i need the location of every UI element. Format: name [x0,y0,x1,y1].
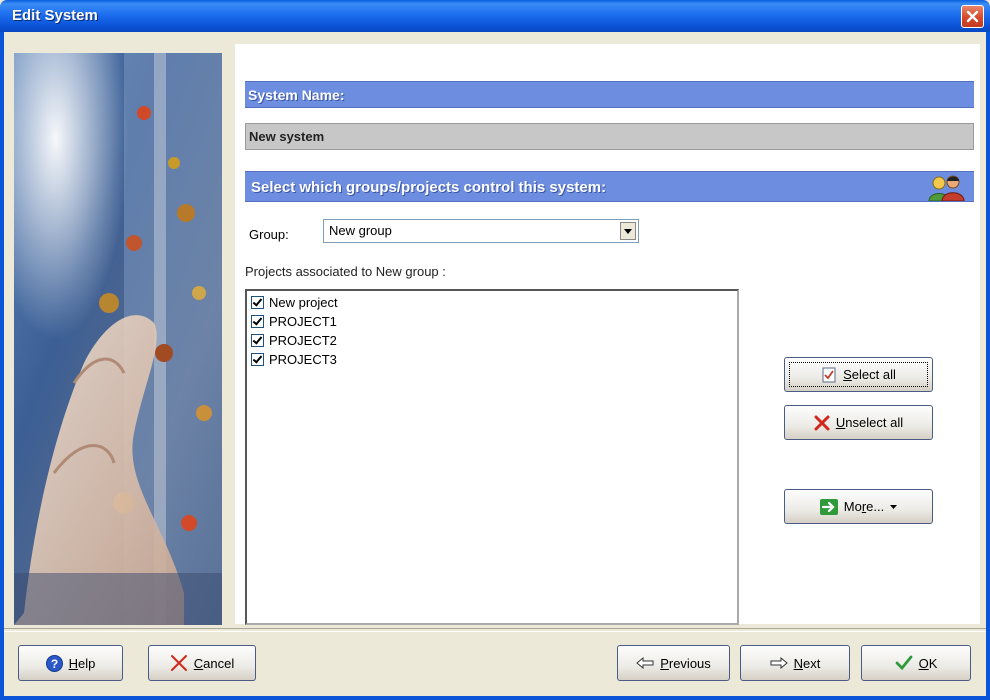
list-item[interactable]: New project [251,293,733,312]
groups-header-label: Select which groups/projects control thi… [251,179,607,196]
projects-label: Projects associated to New group : [245,264,446,279]
select-all-button[interactable]: Select all [784,357,933,392]
window-frame-bottom [0,696,990,700]
cancel-button[interactable]: Cancel [148,645,256,681]
title-bar: Edit System [0,0,990,32]
previous-label: Previous [660,655,711,671]
system-name-field: New system [245,123,974,150]
list-item[interactable]: PROJECT3 [251,350,733,369]
arrow-right-icon [770,657,788,669]
chevron-down-icon [890,504,898,509]
group-dropdown[interactable]: New group [323,219,639,243]
group-dropdown-value: New group [329,223,392,238]
window-frame-left [0,32,4,700]
arrow-left-icon [636,657,654,669]
next-label: Next [793,655,821,671]
help-label: Help [68,655,96,671]
checkbox[interactable] [251,353,264,366]
red-x-icon [814,415,830,430]
users-icon [926,174,966,202]
unselect-all-button[interactable]: Unselect all [784,405,933,440]
list-item[interactable]: PROJECT1 [251,312,733,331]
focus-rect [789,362,928,387]
checkbox[interactable] [251,296,264,309]
checkmark-icon [895,655,912,671]
next-button[interactable]: Next [740,645,850,681]
help-button[interactable]: ? Help [18,645,123,681]
chevron-down-icon[interactable] [620,222,636,240]
side-illustration [14,53,222,625]
system-name-header: System Name: [245,81,974,108]
more-button[interactable]: More... [784,489,933,524]
more-label: More... [843,499,885,514]
close-button[interactable] [961,5,984,28]
window-frame-right [986,32,990,700]
red-x-icon [170,655,187,671]
green-arrow-icon [819,498,838,515]
unselect-all-label: Unselect all [835,415,904,430]
cancel-label: Cancel [193,655,235,671]
checkbox[interactable] [251,315,264,328]
close-icon [966,10,979,23]
window-title: Edit System [12,7,98,24]
group-label: Group: [249,227,289,242]
groups-header: Select which groups/projects control thi… [245,171,974,202]
previous-button[interactable]: Previous [617,645,730,681]
svg-text:?: ? [50,657,57,671]
project-label: PROJECT2 [269,333,337,348]
projects-list[interactable]: New project PROJECT1 PROJECT2 PROJECT3 [245,289,739,625]
checkbox[interactable] [251,334,264,347]
project-label: PROJECT3 [269,352,337,367]
project-label: New project [269,295,338,310]
list-item[interactable]: PROJECT2 [251,331,733,350]
project-label: PROJECT1 [269,314,337,329]
footer-divider [4,628,986,632]
ok-button[interactable]: OK [861,645,971,681]
help-icon: ? [45,654,63,672]
ok-label: OK [918,655,938,671]
